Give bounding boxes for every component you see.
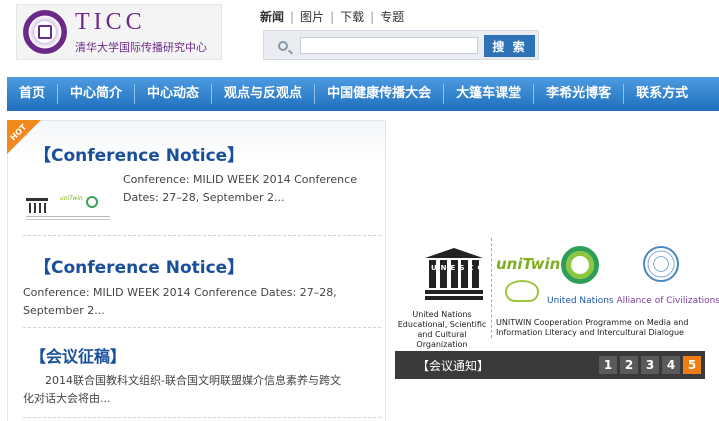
top-link-downloads[interactable]: 下载 [340,8,364,25]
university-seal-icon [23,10,67,54]
news-thumbnail[interactable]: uniTwin [24,194,112,226]
separator: | [370,9,375,24]
top-link-topics[interactable]: 专题 [380,8,404,25]
search-input[interactable] [300,37,478,54]
divider [23,235,381,236]
unitwin-logo: uniTwin [496,255,561,273]
nav-item-blog[interactable]: 李希光博客 [534,77,623,111]
unaoc-caption: United Nations Alliance of Civilizations [547,296,719,306]
logo-subtitle: 清华大学国际传播研究中心 [75,41,207,54]
unitwin-logo-text: uniTwin [60,195,83,202]
top-link-pictures[interactable]: 图片 [300,8,324,25]
slider-page-5[interactable]: 5 [683,356,701,374]
nav-item-about[interactable]: 中心简介 [58,77,134,111]
nav-item-updates[interactable]: 中心动态 [135,77,211,111]
top-links: 新闻 | 图片 | 下载 | 专题 [260,8,404,25]
slider-page-3[interactable]: 3 [641,356,659,374]
news-excerpt: 2014联合国教科文组织-联合国文明联盟媒介信息素养与跨文 化对话大会将由... [23,374,341,405]
nav-item-contact[interactable]: 联系方式 [624,77,700,111]
separator: | [290,9,295,24]
top-link-news[interactable]: 新闻 [260,8,284,25]
un-emblem-icon [643,246,679,282]
search-button[interactable]: 搜 索 [484,35,535,57]
unesco-logo-icon [26,198,48,213]
site-logo[interactable]: TICC 清华大学国际传播研究中心 [16,4,222,60]
slider-pager: 1 2 3 4 5 [599,356,701,374]
main-nav: 首页 中心简介 中心动态 观点与反观点 中国健康传播大会 大篷车课堂 李希光博客… [7,77,719,111]
separator: | [330,9,335,24]
nav-item-caravan-class[interactable]: 大篷车课堂 [444,77,533,111]
unitwin-figure-icon [505,280,539,302]
news-excerpt: Conference: MILID WEEK 2014 Conference D… [123,173,357,204]
news-panel: HOT 【Conference Notice】 uniTwin Conferen… [7,120,386,421]
globe-icon [86,196,98,208]
unaoc-globe-icon [561,246,599,284]
divider [23,327,381,328]
logo-title: TICC [75,9,146,35]
slider-page-2[interactable]: 2 [620,356,638,374]
news-title[interactable]: 【Conference Notice】 [34,141,244,166]
search-bar: 搜 索 [263,30,539,60]
nav-item-viewpoints[interactable]: 观点与反观点 [212,77,314,111]
divider [491,238,492,338]
news-title[interactable]: 【Conference Notice】 [34,253,244,278]
unesco-letters: UNESCO [431,264,488,272]
news-title[interactable]: 【会议征稿】 [30,343,126,367]
unesco-temple-icon: UNESCO [425,248,483,302]
slider-caption[interactable]: 【会议通知】 [417,357,489,374]
slider-page-1[interactable]: 1 [599,356,617,374]
divider [23,417,381,418]
unesco-caption: United Nations Educational, Scientific a… [397,310,487,349]
slider-page-4[interactable]: 4 [662,356,680,374]
slider-caption-bar: 【会议通知】 1 2 3 4 5 [395,351,705,379]
unitwin-caption: UNITWIN Cooperation Programme on Media a… [496,318,689,337]
nav-item-home[interactable]: 首页 [7,77,57,111]
news-excerpt: Conference: MILID WEEK 2014 Conference D… [23,286,337,317]
search-icon [278,41,288,51]
image-slider[interactable]: UNESCO United Nations Educational, Scien… [395,120,719,381]
nav-item-health-conference[interactable]: 中国健康传播大会 [315,77,443,111]
site-header: TICC 清华大学国际传播研究中心 新闻 | 图片 | 下载 | 专题 搜 索 [0,0,719,75]
